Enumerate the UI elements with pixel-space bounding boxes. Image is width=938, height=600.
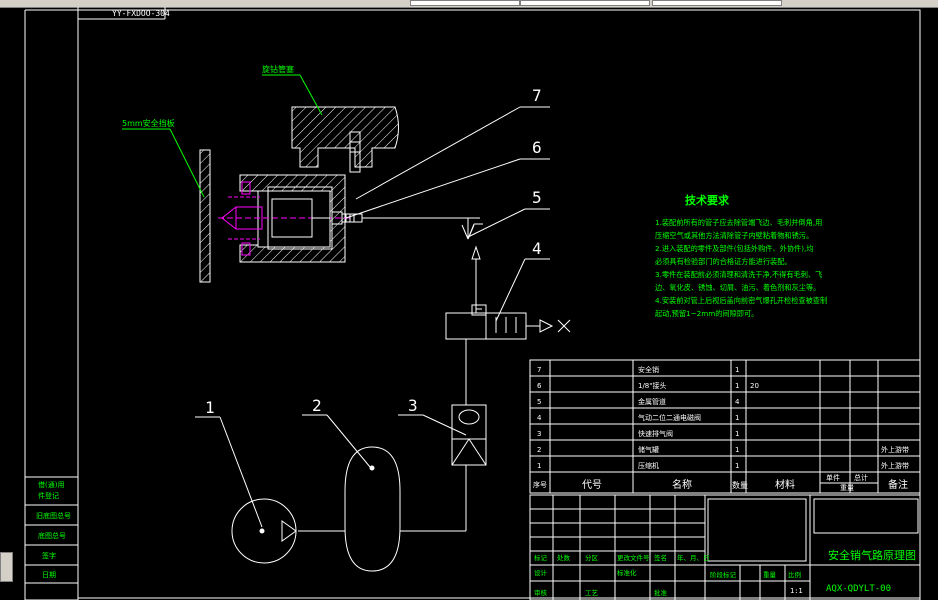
part-number-5: 5 bbox=[532, 188, 542, 207]
bom-cell-name: 气动二位二通电磁阀 bbox=[638, 413, 701, 422]
bom-header-name: 名称 bbox=[672, 478, 692, 491]
part-number-3: 3 bbox=[408, 396, 418, 415]
bom-cell-qty: 1 bbox=[735, 430, 739, 438]
bom-cell-name: 安全销 bbox=[638, 365, 659, 374]
left-strip-label: 旧底图总号 bbox=[36, 511, 71, 520]
compressor bbox=[231, 498, 297, 564]
toolbar-combo-2[interactable] bbox=[520, 0, 650, 6]
solenoid-valve bbox=[445, 304, 571, 340]
tech-req-line: 起动,预留1~2mm的间隙即可。 bbox=[655, 309, 758, 318]
air-pipe-circuit bbox=[298, 217, 483, 532]
bom-rows: 7 安全销 1 6 1/8"接头 1 20 5 金属管道 4 4 气动二位二通电… bbox=[537, 365, 909, 470]
tech-req-line: 边、氧化皮、锈蚀、切屑、油污、着色剂和灰尘等。 bbox=[655, 283, 820, 292]
tb-cell: 处数 bbox=[557, 553, 571, 562]
left-strip-label: 借(通)用 bbox=[38, 480, 64, 489]
bom-header-weight: 重量 bbox=[840, 484, 854, 492]
part-number-1: 1 bbox=[205, 398, 215, 417]
left-strip-label: 件登记 bbox=[38, 491, 59, 500]
bom-cell-no: 3 bbox=[537, 430, 541, 438]
tech-req-line: 1.装配前所有的管子应去除管端飞边、毛刺并倒角,用 bbox=[655, 218, 822, 227]
left-strip-label: 签字 bbox=[42, 551, 56, 560]
tb-cell: 签名 bbox=[654, 553, 667, 562]
tech-req-line: 4.安装前对管上后视后盖向前密气爆孔开检检查被查制 bbox=[655, 296, 827, 305]
bom-row: 1 压缩机 1 外上游带 bbox=[537, 461, 909, 470]
tb-cell: 重量 bbox=[763, 571, 777, 579]
left-strip-labels: 借(通)用 件登记 旧底图总号 底图总号 签字 日期 bbox=[36, 480, 71, 579]
air-tank bbox=[344, 446, 401, 572]
bom-cell-qty: 1 bbox=[735, 462, 739, 470]
bom-cell-no: 1 bbox=[537, 462, 541, 470]
tb-cell: 更改文件号 bbox=[617, 553, 650, 562]
bom-cell-note: 外上游带 bbox=[881, 445, 909, 454]
header-label: YY-FXDOO-304 bbox=[112, 9, 170, 18]
drawing-number: AQX-QDYLT-00 bbox=[826, 584, 891, 594]
drawing-scale: 1:1 bbox=[790, 587, 803, 595]
bom-cell-name: 快速排气阀 bbox=[638, 429, 673, 438]
toolbar-combo-1[interactable] bbox=[410, 0, 520, 6]
tb-cell: 阶段标记 bbox=[710, 570, 737, 579]
bom-cell-name: 1/8"接头 bbox=[638, 381, 667, 390]
tech-req-line: 必须具有检验部门的合格证方能进行装配。 bbox=[655, 257, 792, 266]
bom-cell-no: 6 bbox=[537, 382, 542, 390]
tb-cell: 标准化 bbox=[617, 568, 637, 577]
bom-header-qty: 数量 bbox=[732, 480, 748, 490]
bom-cell-material: 20 bbox=[750, 382, 759, 390]
bom-cell-no: 2 bbox=[537, 446, 541, 454]
tech-req-line: 3.零件在装配前必须清理和清洗干净,不得有毛刺、飞 bbox=[655, 270, 822, 279]
drawing-title: 安全销气路原理图 bbox=[828, 548, 916, 562]
tech-req-line: 2.进入装配的零件及部件(包括外购件、外协件),均 bbox=[655, 244, 814, 253]
bom-row: 2 储气罐 1 外上游带 bbox=[537, 445, 909, 454]
tb-cell: 分区 bbox=[585, 553, 599, 562]
tb-cell: 比例 bbox=[788, 570, 801, 579]
part-number-4: 4 bbox=[532, 239, 542, 258]
bom-header-unit: 单件 bbox=[826, 473, 840, 482]
tb-cell: 工艺 bbox=[585, 589, 599, 597]
bom-cell-qty: 4 bbox=[735, 398, 740, 406]
bom-cell-qty: 1 bbox=[735, 382, 739, 390]
tb-cell: 设计 bbox=[534, 568, 548, 577]
mounting-block bbox=[291, 106, 399, 168]
cad-drawing-canvas[interactable]: YY-FXDOO-304 借(通)用 件登记 旧底图总号 底图总号 签字 日期 bbox=[0, 7, 938, 600]
left-strip-label: 底图总号 bbox=[38, 531, 66, 540]
part-number-7: 7 bbox=[532, 86, 542, 105]
safety-plate-callout: 5mm安全挡板 bbox=[122, 118, 175, 128]
ucs-icon bbox=[0, 552, 13, 582]
bom-cell-name: 压缩机 bbox=[638, 461, 659, 470]
bom-cell-note: 外上游带 bbox=[881, 461, 909, 470]
tech-req-title: 技术要求 bbox=[685, 193, 730, 207]
bom-row: 6 1/8"接头 1 20 bbox=[537, 381, 759, 390]
bom-row: 4 气动二位二通电磁阀 1 bbox=[537, 413, 739, 422]
air-pipe-callout: 旋钻管塞 bbox=[262, 64, 294, 74]
bom-cell-qty: 1 bbox=[735, 446, 739, 454]
tb-cell: 审核 bbox=[534, 588, 548, 597]
bom-cell-qty: 1 bbox=[735, 414, 739, 422]
bom-header-seq: 序号 bbox=[533, 480, 547, 489]
title-block-cells: 标记 处数 分区 更改文件号 签名 年、月、日 设计 标准化 阶段标记 重量 比… bbox=[534, 553, 801, 597]
bom-cell-no: 5 bbox=[537, 398, 541, 406]
tb-cell: 标记 bbox=[534, 553, 548, 562]
bom-header-total: 总计 bbox=[854, 473, 868, 482]
tb-cell: 年、月、日 bbox=[677, 553, 710, 562]
tech-req-line: 压缩空气或其他方法清除管子内壁粘着物和锈污。 bbox=[655, 231, 813, 240]
safety-plate bbox=[199, 149, 211, 283]
bom-row: 3 快速排气阀 1 bbox=[537, 429, 739, 438]
bom-header-code: 代号 bbox=[582, 479, 602, 491]
bom-row: 5 金属管道 4 bbox=[537, 397, 740, 406]
part-number-6: 6 bbox=[532, 138, 542, 157]
bom-header-note: 备注 bbox=[888, 478, 908, 491]
left-strip-label: 日期 bbox=[42, 571, 56, 579]
technical-requirements: 技术要求 1.装配前所有的管子应去除管端飞边、毛刺并倒角,用 压缩空气或其他方法… bbox=[655, 193, 827, 318]
bom-header-material: 材料 bbox=[775, 478, 795, 491]
bom-cell-name: 金属管道 bbox=[638, 397, 666, 406]
quick-exhaust-valve bbox=[451, 404, 487, 466]
part-leaders bbox=[195, 106, 550, 528]
part-number-2: 2 bbox=[312, 396, 322, 415]
bom-row: 7 安全销 1 bbox=[537, 365, 739, 374]
bom-cell-no: 7 bbox=[537, 366, 541, 374]
bom-cell-no: 4 bbox=[537, 414, 542, 422]
toolbar-combo-3[interactable] bbox=[652, 0, 782, 6]
bom-cell-qty: 1 bbox=[735, 366, 739, 374]
bom-cell-name: 储气罐 bbox=[638, 445, 659, 454]
tb-cell: 批准 bbox=[654, 588, 668, 597]
